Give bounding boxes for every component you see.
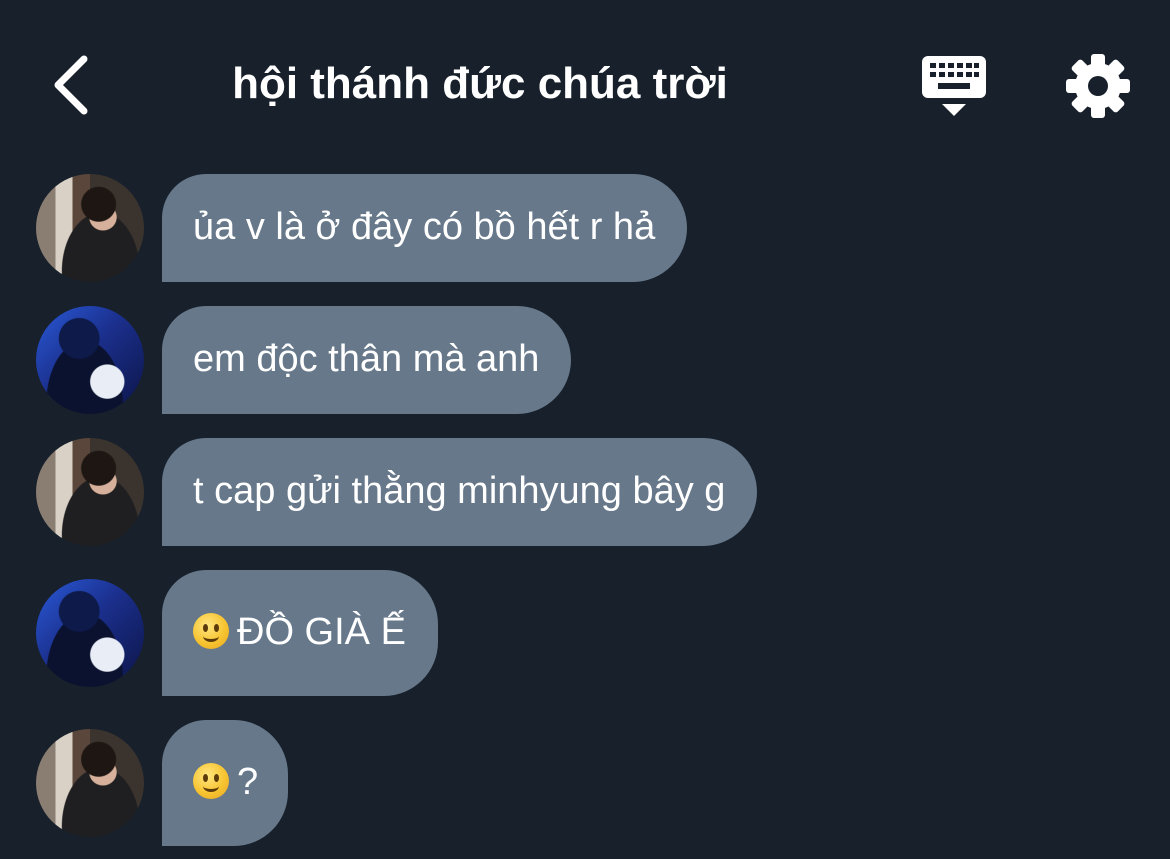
message-text: em độc thân mà anh [193,338,540,380]
message-bubble[interactable]: em độc thân mà anh [162,306,572,414]
keyboard-button[interactable] [918,52,990,120]
message-bubble[interactable]: ủa v là ở đây có bồ hết r hả [162,174,688,282]
gear-icon [1066,54,1130,118]
avatar[interactable] [36,306,144,414]
message-row: ? [36,720,289,846]
message-text: ĐỒ GIÀ Ế [237,611,406,653]
back-button[interactable] [40,50,100,120]
message-row: ĐỒ GIÀ Ế [36,570,438,696]
avatar[interactable] [36,579,144,687]
keyboard-icon [922,56,986,116]
chat-screen: hội thánh đức chúa trời ủa v là ở đây có… [0,0,1170,859]
chat-title: hội thánh đức chúa trời [232,59,728,108]
slightly-smiling-face-icon [193,613,229,649]
message-text: ? [237,761,259,803]
avatar[interactable] [36,729,144,837]
settings-button[interactable] [1064,52,1132,120]
message-text: t cap gửi thằng minhyung bây g [193,470,726,512]
message-bubble[interactable]: t cap gửi thằng minhyung bây g [162,438,758,546]
message-bubble[interactable]: ? [162,720,289,846]
message-row: em độc thân mà anh [36,306,572,414]
avatar[interactable] [36,174,144,282]
message-text: ủa v là ở đây có bồ hết r hả [193,206,656,248]
message-row: t cap gửi thằng minhyung bây g [36,438,758,546]
chat-header: hội thánh đức chúa trời [0,0,1170,160]
message-row: ủa v là ở đây có bồ hết r hả [36,174,688,282]
slightly-smiling-face-icon [193,763,229,799]
chevron-left-icon [54,55,88,115]
avatar[interactable] [36,438,144,546]
message-bubble[interactable]: ĐỒ GIÀ Ế [162,570,438,696]
